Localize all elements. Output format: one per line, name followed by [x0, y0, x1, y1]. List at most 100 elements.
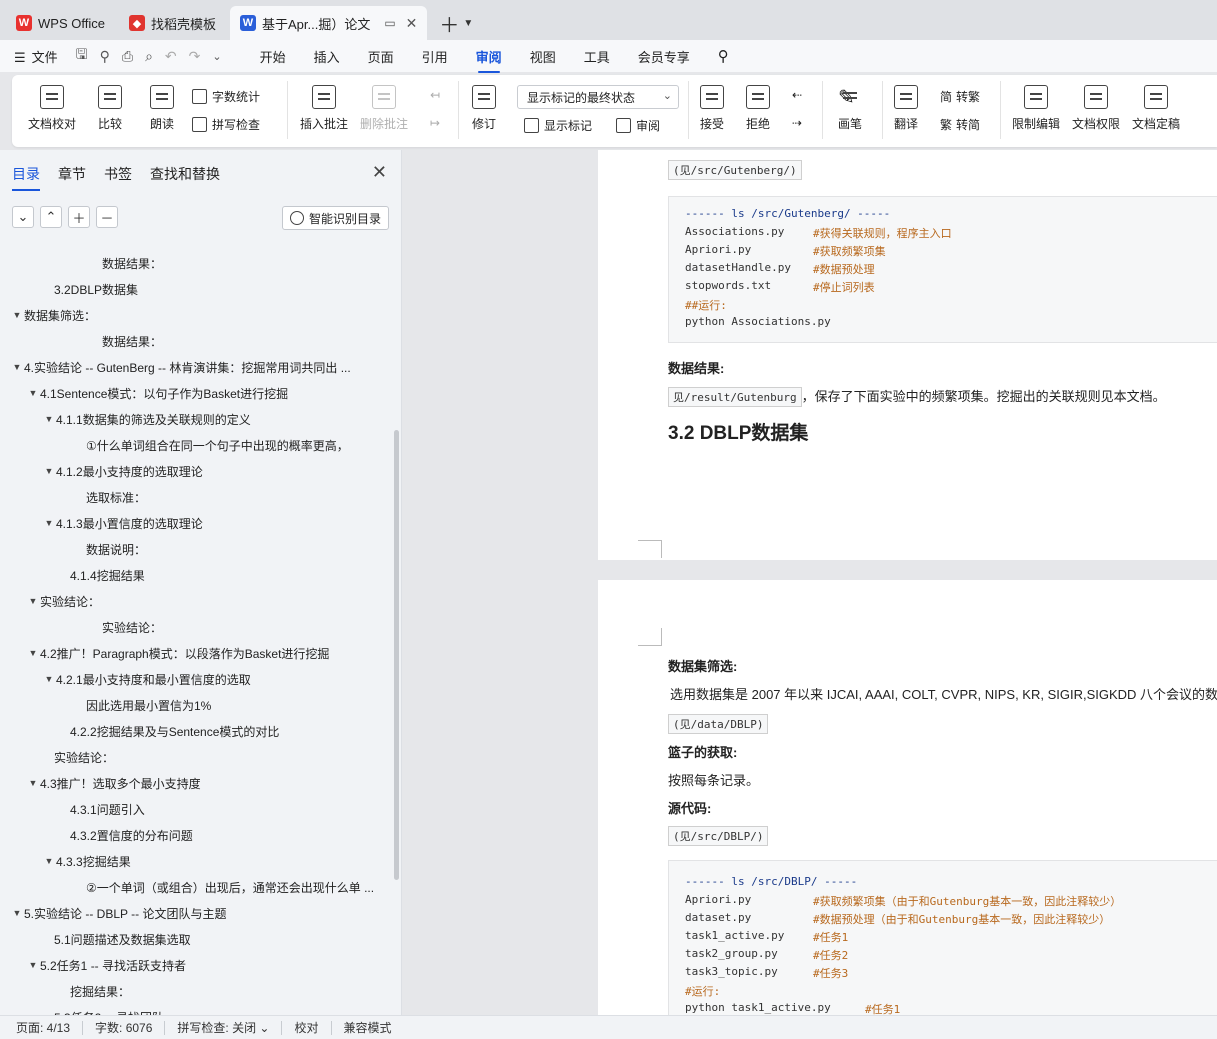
print-icon[interactable]: ⎙	[122, 48, 133, 65]
revise-button[interactable]: 修订	[472, 85, 496, 132]
toc-item[interactable]: 4.3.2置信度的分布问题	[0, 822, 392, 848]
expand-arrow-icon[interactable]: ▼	[42, 674, 56, 684]
expand-down-button[interactable]: ⌄	[12, 206, 34, 228]
menu-view[interactable]: 视图	[530, 47, 556, 66]
remove-level-button[interactable]: －	[96, 206, 118, 228]
read-aloud-button[interactable]: 朗读	[150, 85, 174, 132]
show-markup-button[interactable]: 显示标记	[524, 117, 592, 134]
expand-arrow-icon[interactable]: ▼	[26, 648, 40, 658]
pen-button[interactable]: ✎ 画笔	[838, 85, 862, 132]
tab-wps-office[interactable]: W WPS Office	[6, 6, 115, 40]
link-icon[interactable]: ⚲	[100, 48, 110, 65]
page-indicator[interactable]: 页面: 4/13	[16, 1019, 70, 1036]
close-sidebar-icon[interactable]: ✕	[372, 162, 387, 183]
toc-item[interactable]: ▼ 4.1.3最小置信度的选取理论	[0, 510, 392, 536]
expand-arrow-icon[interactable]: ▼	[10, 908, 24, 918]
new-tab-button[interactable]: ＋ ▼	[439, 6, 473, 40]
finalize-button[interactable]: 文档定稿	[1132, 85, 1180, 132]
toc-item[interactable]: 数据结果：	[0, 250, 392, 276]
word-count-indicator[interactable]: 字数: 6076	[95, 1019, 152, 1036]
toc-item[interactable]: 因此选用最小置信为1%	[0, 692, 392, 718]
print-preview-icon[interactable]: ⌕	[145, 48, 153, 65]
toc-item[interactable]: 4.3.1问题引入	[0, 796, 392, 822]
compare-button[interactable]: 比较	[98, 85, 122, 132]
toc-item[interactable]: ①什么单词组合在同一个句子中出现的概率更高，	[0, 432, 392, 458]
save-icon[interactable]: 🖫	[76, 44, 88, 68]
tab-docer-templates[interactable]: ◆ 找稻壳模板	[119, 6, 226, 40]
delete-comment-button[interactable]: 删除批注	[360, 85, 408, 132]
review-pane-button[interactable]: 审阅	[616, 117, 660, 134]
to-traditional-button[interactable]: 简转繁	[940, 88, 980, 105]
file-menu[interactable]: ☰ 文件	[14, 47, 58, 66]
expand-arrow-icon[interactable]: ▼	[42, 518, 56, 528]
toc-item[interactable]: ▼ 5.2任务1 -- 寻找活跃支持者	[0, 952, 392, 978]
doc-check-button[interactable]: 文档校对	[28, 85, 76, 132]
expand-arrow-icon[interactable]: ▼	[10, 362, 24, 372]
expand-arrow-icon[interactable]: ▼	[10, 310, 24, 320]
expand-arrow-icon[interactable]: ▼	[26, 960, 40, 970]
toc-item[interactable]: 实验结论：	[0, 744, 392, 770]
add-level-button[interactable]: ＋	[68, 206, 90, 228]
menu-page[interactable]: 页面	[368, 47, 394, 66]
smart-toc-button[interactable]: 智能识别目录	[281, 206, 389, 230]
reject-button[interactable]: 拒绝	[746, 85, 770, 132]
to-simplified-button[interactable]: 繁转简	[940, 116, 980, 133]
menu-member[interactable]: 会员专享	[638, 47, 690, 66]
menu-start[interactable]: 开始	[260, 47, 286, 66]
toc-item[interactable]: ▼ 4.实验结论 -- GutenBerg -- 林肯演讲集：挖掘常用词共同出 .…	[0, 354, 392, 380]
insert-comment-button[interactable]: 插入批注	[300, 85, 348, 132]
restrict-edit-button[interactable]: 限制编辑	[1012, 85, 1060, 132]
toc-item[interactable]: 挖掘结果：	[0, 978, 392, 1004]
expand-arrow-icon[interactable]: ▼	[42, 466, 56, 476]
toc-item[interactable]: 选取标准：	[0, 484, 392, 510]
expand-arrow-icon[interactable]: ▼	[42, 856, 56, 866]
expand-arrow-icon[interactable]: ▼	[26, 596, 40, 606]
menu-tools[interactable]: 工具	[584, 47, 610, 66]
toc-item[interactable]: ▼ 4.3推广！选取多个最小支持度	[0, 770, 392, 796]
word-count-button[interactable]: 字数统计	[192, 88, 260, 105]
more-chevron-icon[interactable]: ⌄	[212, 50, 221, 63]
spell-check-button[interactable]: 拼写检查	[192, 116, 260, 133]
toc-item[interactable]: ▼ 4.2.1最小支持度和最小置信度的选取	[0, 666, 392, 692]
toc-item[interactable]: ▼ 4.2推广！Paragraph模式：以段落作为Basket进行挖掘	[0, 640, 392, 666]
toc-item[interactable]: ▼ 4.1Sentence模式：以句子作为Basket进行挖掘	[0, 380, 392, 406]
toc-item[interactable]: ▼ 实验结论：	[0, 588, 392, 614]
expand-arrow-icon[interactable]: ▼	[42, 414, 56, 424]
toc-item[interactable]: 4.2.2挖掘结果及与Sentence模式的对比	[0, 718, 392, 744]
tab-current-document[interactable]: W 基于Apr...掘）论文 ▭ ✕	[229, 6, 428, 40]
toc-item[interactable]: 3.2DBLP数据集	[0, 276, 392, 302]
toc-item[interactable]: ▼ 数据集筛选：	[0, 302, 392, 328]
toc-item[interactable]: ▼ 4.1.1数据集的筛选及关联规则的定义	[0, 406, 392, 432]
spell-check-indicator[interactable]: 拼写检查: 关闭 ⌄	[177, 1019, 269, 1036]
doc-rights-button[interactable]: 文档权限	[1072, 85, 1120, 132]
toc-item[interactable]: 数据说明：	[0, 536, 392, 562]
toc-item[interactable]: 数据结果：	[0, 328, 392, 354]
toc-item[interactable]: ▼ 4.1.2最小支持度的选取理论	[0, 458, 392, 484]
toc-item[interactable]: ▼ 5.实验结论 -- DBLP -- 论文团队与主题	[0, 900, 392, 926]
toc-item[interactable]: 实验结论：	[0, 614, 392, 640]
menu-reference[interactable]: 引用	[422, 47, 448, 66]
markup-state-select[interactable]: 显示标记的最终状态 ⌄	[517, 85, 679, 109]
redo-icon[interactable]: ↷	[189, 48, 201, 65]
window-icon[interactable]: ▭	[384, 16, 395, 30]
toc-item[interactable]: 5.1问题描述及数据集选取	[0, 926, 392, 952]
toc-item[interactable]: 4.1.4挖掘结果	[0, 562, 392, 588]
undo-icon[interactable]: ↶	[165, 48, 177, 65]
toc-item[interactable]: ②一个单词（或组合）出现后，通常还会出现什么单 ...	[0, 874, 392, 900]
tab-sections[interactable]: 章节	[58, 164, 86, 191]
tab-toc[interactable]: 目录	[12, 164, 40, 191]
proof-indicator[interactable]: 校对	[294, 1019, 318, 1036]
close-tab-icon[interactable]: ✕	[406, 15, 418, 32]
translate-button[interactable]: 翻译	[894, 85, 918, 132]
prev-comment-icon[interactable]: ↤	[430, 88, 440, 102]
menu-review[interactable]: 审阅	[476, 47, 502, 73]
toc-item[interactable]: ▼ 4.3.3挖掘结果	[0, 848, 392, 874]
expand-arrow-icon[interactable]: ▼	[26, 388, 40, 398]
sidebar-scrollbar[interactable]	[394, 430, 399, 880]
search-icon[interactable]: ⚲	[718, 47, 729, 65]
collapse-up-button[interactable]: ⌃	[40, 206, 62, 228]
menu-insert[interactable]: 插入	[314, 47, 340, 66]
next-revision-icon[interactable]: ⇢	[792, 116, 802, 130]
expand-arrow-icon[interactable]: ▼	[26, 778, 40, 788]
next-comment-icon[interactable]: ↦	[430, 116, 440, 130]
